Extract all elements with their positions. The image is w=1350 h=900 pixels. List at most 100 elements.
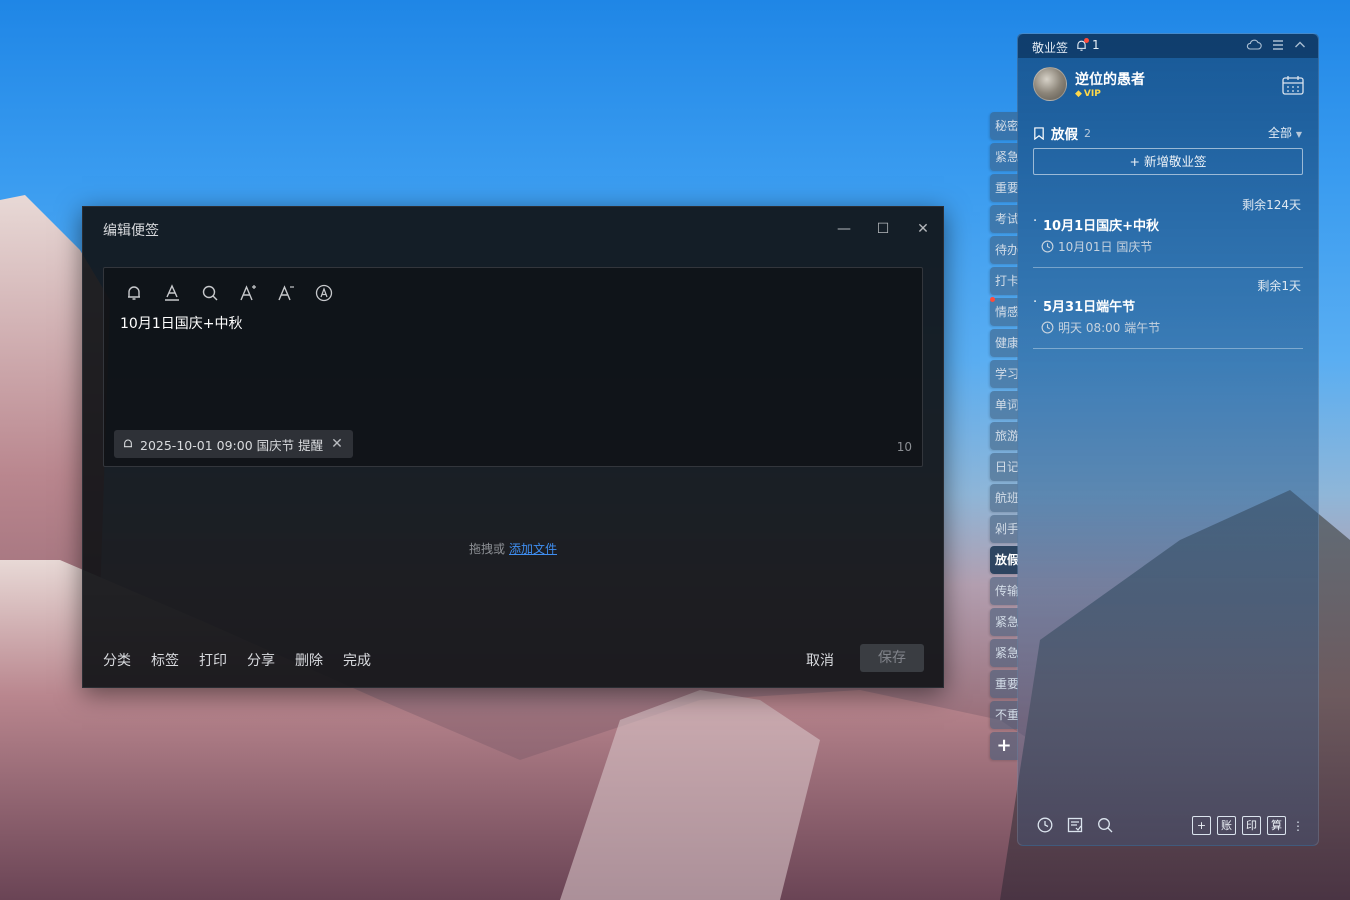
note-meta: 10月01日 国庆节 — [1041, 238, 1152, 255]
remove-reminder-icon[interactable]: ✕ — [331, 436, 343, 452]
auto-format-icon[interactable] — [312, 282, 336, 304]
cloud-sync-icon[interactable] — [1246, 39, 1262, 51]
account-button[interactable]: 账 — [1217, 816, 1236, 835]
note-meta: 明天 08:00 端午节 — [1041, 319, 1160, 336]
print-button[interactable]: 印 — [1242, 816, 1261, 835]
clock-icon[interactable] — [1036, 816, 1054, 834]
attachment-drop-zone[interactable]: 拖拽或 添加文件 — [83, 540, 943, 557]
reminder-text: 2025-10-01 09:00 国庆节 提醒 — [140, 437, 324, 453]
side-tab-important[interactable]: 重要 — [990, 174, 1018, 202]
note-reminder-text: 10月01日 国庆节 — [1058, 240, 1153, 254]
cancel-button[interactable]: 取消 — [806, 650, 834, 670]
side-tab-checkin[interactable]: 打卡 — [990, 267, 1018, 295]
side-tab-travel[interactable]: 旅游 — [990, 422, 1018, 450]
side-tab-urgent-3[interactable]: 紧急 — [990, 639, 1018, 667]
format-toolbar — [122, 282, 336, 304]
reminder-chip[interactable]: 2025-10-01 09:00 国庆节 提醒 ✕ — [114, 430, 353, 458]
maximize-button[interactable]: ☐ — [873, 219, 893, 239]
more-options-icon[interactable]: ⋮ — [1292, 820, 1304, 832]
search-icon[interactable] — [1096, 816, 1114, 834]
side-tab-not-important[interactable]: 不重 — [990, 701, 1018, 729]
note-bullet: · — [1033, 295, 1038, 310]
notification-count: 1 — [1092, 38, 1100, 52]
side-tab-urgent-2[interactable]: 紧急 — [990, 608, 1018, 636]
side-tab-todo[interactable]: 待办 — [990, 236, 1018, 264]
note-title: 5月31日端午节 — [1043, 300, 1136, 315]
filter-label: 全部 — [1268, 126, 1293, 140]
category-count: 2 — [1084, 126, 1091, 140]
new-note-button[interactable]: + — [1192, 816, 1211, 835]
print-button[interactable]: 打印 — [199, 650, 227, 670]
notes-list-icon[interactable] — [1066, 816, 1084, 834]
panel-header: 敬业签 1 — [1018, 34, 1318, 58]
add-note-button[interactable]: + 新增敬业签 — [1033, 148, 1303, 175]
caret-down-icon: ▼ — [1295, 130, 1302, 139]
clock-icon — [1041, 240, 1054, 253]
note-item[interactable]: 剩余1天 · 5月31日端午节 明天 08:00 端午节 — [1033, 277, 1303, 349]
calendar-icon[interactable] — [1282, 75, 1304, 95]
side-tab-emotion[interactable]: 情感 — [990, 298, 1018, 326]
collapse-chevron-icon[interactable] — [1294, 39, 1306, 51]
notes-panel: 敬业签 1 逆位的愚者 ◆ VIP 放假 2 全部 ▼ + 新增敬业签 剩余12… — [1017, 33, 1319, 846]
app-name: 敬业签 — [1032, 41, 1069, 55]
font-increase-icon[interactable] — [236, 282, 260, 304]
side-tab-flight[interactable]: 航班 — [990, 484, 1018, 512]
side-tab-study[interactable]: 学习 — [990, 360, 1018, 388]
vip-badge: ◆ VIP — [1075, 89, 1101, 99]
avatar[interactable] — [1033, 67, 1067, 101]
side-tab-important-2[interactable]: 重要 — [990, 670, 1018, 698]
font-decrease-icon[interactable] — [274, 282, 298, 304]
minimize-button[interactable]: — — [834, 219, 854, 239]
note-title: 10月1日国庆+中秋 — [1043, 219, 1160, 234]
side-tab-transfer[interactable]: 传输 — [990, 577, 1018, 605]
save-button[interactable]: 保存 — [860, 644, 924, 672]
side-tab-holiday[interactable]: 放假 — [990, 546, 1018, 574]
side-tab-exam[interactable]: 考试 — [990, 205, 1018, 233]
note-item[interactable]: 剩余124天 · 10月1日国庆+中秋 10月01日 国庆节 — [1033, 196, 1303, 268]
side-tab-shopping[interactable]: 剁手 — [990, 515, 1018, 543]
char-count: 10 — [896, 440, 912, 454]
diamond-icon: ◆ — [1075, 89, 1082, 99]
close-button[interactable]: ✕ — [913, 219, 933, 239]
drop-hint-text: 拖拽或 — [468, 542, 505, 556]
add-note-label: 新增敬业签 — [1143, 154, 1207, 169]
share-button[interactable]: 分享 — [247, 650, 275, 670]
note-editor[interactable]: 10月1日国庆+中秋 2025-10-01 09:00 国庆节 提醒 ✕ 10 — [103, 267, 923, 467]
clock-icon — [1041, 321, 1054, 334]
notification-button[interactable]: 1 — [1075, 38, 1100, 52]
reminder-bell-icon — [124, 439, 132, 448]
menu-icon[interactable] — [1272, 39, 1284, 51]
window-title: 编辑便签 — [103, 223, 159, 239]
current-category[interactable]: 放假 2 — [1033, 123, 1091, 143]
footer-right-tools: + 账 印 算 ⋮ — [1192, 816, 1304, 835]
note-content-text[interactable]: 10月1日国庆+中秋 — [120, 313, 242, 333]
editor-action-bar: 分类 标签 打印 分享 删除 完成 — [103, 650, 371, 670]
footer-left-tools — [1036, 816, 1114, 834]
panel-header-icons — [1246, 39, 1306, 51]
note-reminder-text: 明天 08:00 端午节 — [1058, 321, 1161, 335]
note-remaining-days: 剩余124天 — [1242, 198, 1301, 212]
side-tab-secret[interactable]: 秘密 — [990, 112, 1018, 140]
note-bullet: · — [1033, 214, 1038, 229]
side-tab-diary[interactable]: 日记 — [990, 453, 1018, 481]
complete-button[interactable]: 完成 — [343, 650, 371, 670]
username[interactable]: 逆位的愚者 — [1075, 69, 1145, 89]
plus-icon: + — [1129, 154, 1140, 169]
font-color-icon[interactable] — [160, 282, 184, 304]
add-file-link[interactable]: 添加文件 — [509, 542, 557, 556]
side-tab-words[interactable]: 单词 — [990, 391, 1018, 419]
side-tab-urgent[interactable]: 紧急 — [990, 143, 1018, 171]
reminder-bell-icon[interactable] — [122, 282, 146, 304]
category-title: 放假 — [1051, 127, 1078, 143]
side-tab-health[interactable]: 健康 — [990, 329, 1018, 357]
vip-label: VIP — [1083, 89, 1101, 99]
delete-button[interactable]: 删除 — [295, 650, 323, 670]
search-icon[interactable] — [198, 282, 222, 304]
filter-dropdown[interactable]: 全部 ▼ — [1268, 124, 1302, 141]
category-button[interactable]: 分类 — [103, 650, 131, 670]
note-remaining-days: 剩余1天 — [1257, 279, 1301, 293]
add-category-button[interactable]: + — [990, 732, 1018, 760]
calculator-button[interactable]: 算 — [1267, 816, 1286, 835]
bookmark-icon — [1034, 126, 1044, 140]
tag-button[interactable]: 标签 — [151, 650, 179, 670]
